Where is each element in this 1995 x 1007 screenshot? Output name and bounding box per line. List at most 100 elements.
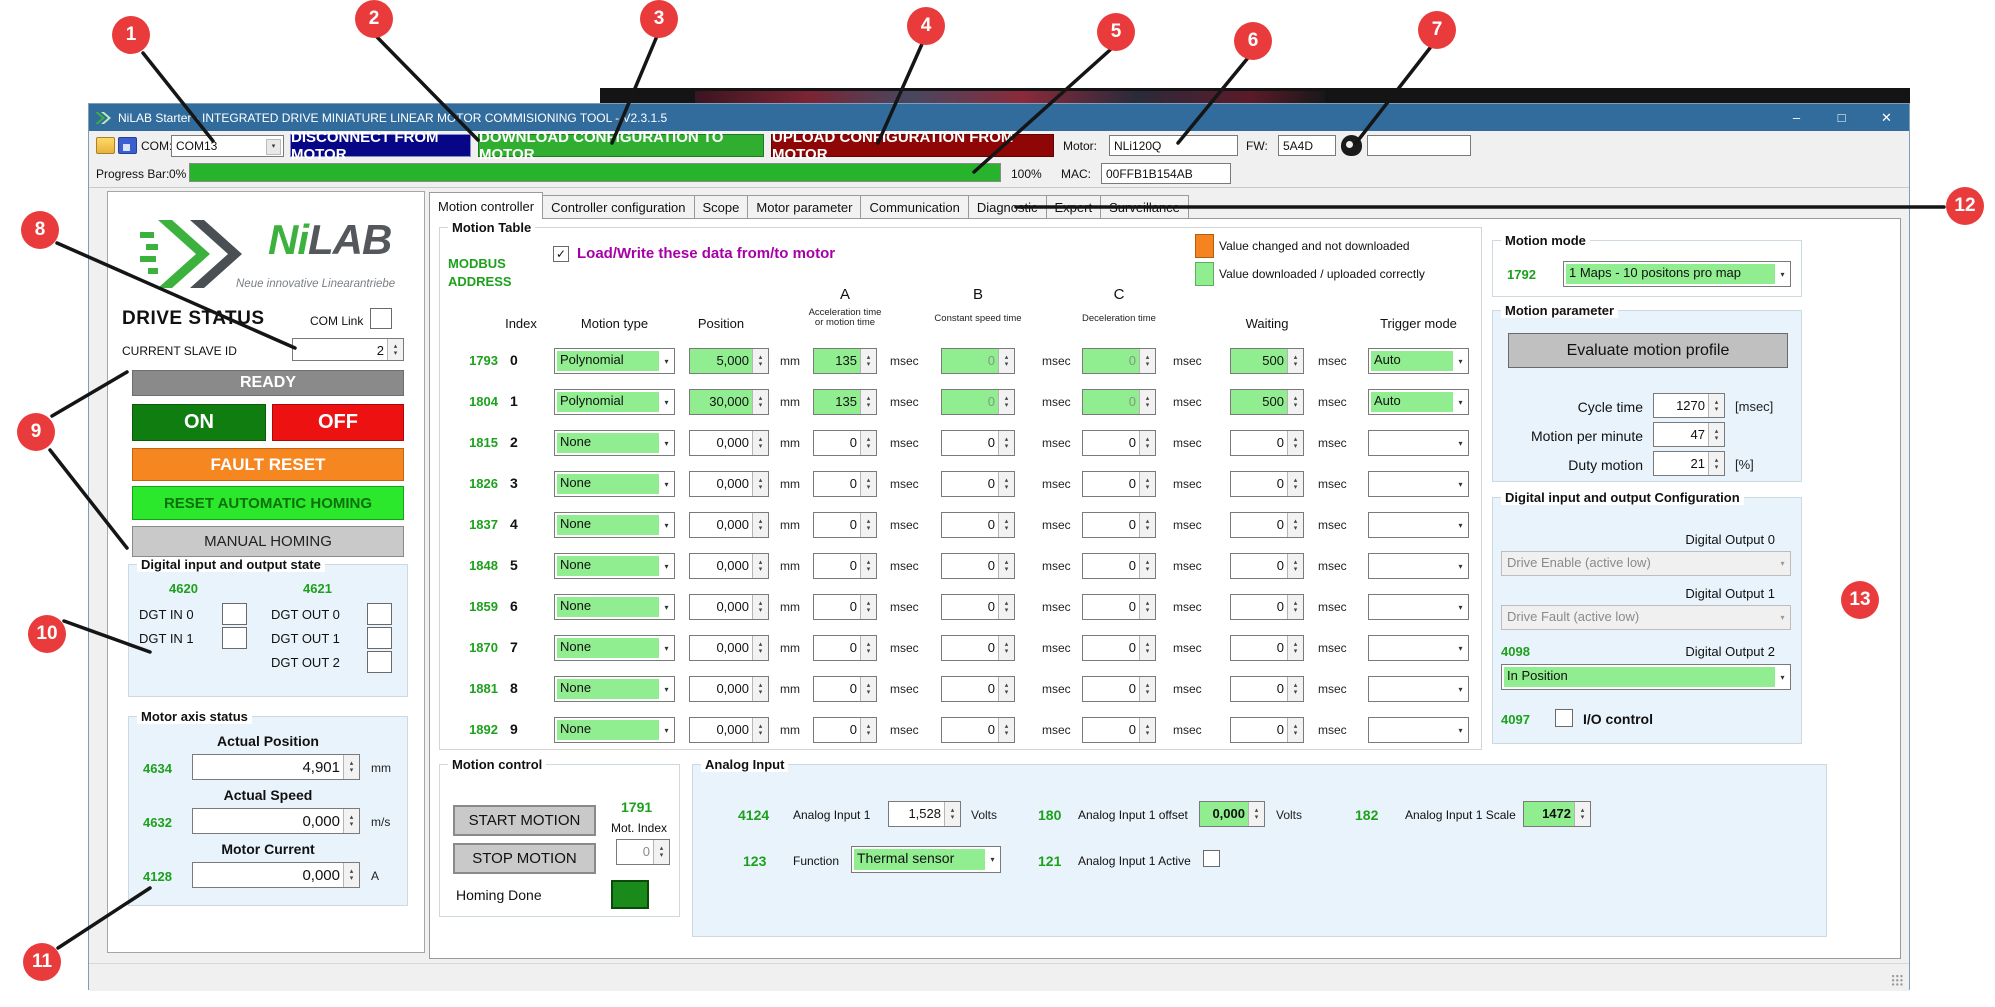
trigger-mode-select-dropdown-arrow[interactable]: ▾ (1453, 595, 1468, 619)
acceleration-time-input-spin[interactable]: ▴▾ (860, 677, 876, 701)
motion-type-select[interactable]: None▾ (554, 553, 675, 579)
trigger-mode-select-dropdown-arrow[interactable]: ▾ (1453, 677, 1468, 701)
acceleration-time-input-spin[interactable]: ▴▾ (860, 472, 876, 496)
io-control-checkbox[interactable] (1555, 709, 1573, 727)
position-input[interactable]: 0,000▴▾ (689, 635, 769, 661)
mac-field[interactable]: 00FFB1B154AB (1101, 163, 1231, 184)
position-input-spin[interactable]: ▴▾ (752, 390, 768, 414)
acceleration-time-input-spin[interactable]: ▴▾ (860, 431, 876, 455)
start-motion-button[interactable]: START MOTION (453, 805, 596, 836)
aux-field[interactable] (1367, 135, 1471, 156)
trigger-mode-select[interactable]: ▾ (1368, 512, 1469, 538)
dgt-in1-checkbox[interactable] (222, 627, 247, 649)
trigger-mode-select-dropdown-arrow[interactable]: ▾ (1453, 513, 1468, 537)
firmware-field[interactable]: 5A4D (1278, 135, 1336, 156)
waiting-time-input[interactable]: 0▴▾ (1230, 635, 1304, 661)
acceleration-time-input[interactable]: 0▴▾ (813, 553, 877, 579)
dgt-out1-checkbox[interactable] (367, 627, 392, 649)
trigger-mode-select[interactable]: ▾ (1368, 676, 1469, 702)
deceleration-time-input[interactable]: 0▴▾ (1082, 676, 1156, 702)
open-file-icon[interactable] (96, 137, 115, 154)
waiting-time-input-spin[interactable]: ▴▾ (1287, 554, 1303, 578)
digital-output2-select[interactable]: In Position ▾ (1501, 664, 1791, 690)
constant-speed-time-input-spin[interactable]: ▴▾ (998, 431, 1014, 455)
download-configuration-button[interactable]: DOWNLOAD CONFIGURATION TO MOTOR (478, 134, 764, 157)
save-icon[interactable] (118, 137, 137, 154)
offset-field[interactable]: 0,000 ▴▾ (1199, 801, 1265, 827)
motion-type-select[interactable]: None▾ (554, 594, 675, 620)
motion-type-select-dropdown-arrow[interactable]: ▾ (659, 636, 674, 660)
motion-type-select-dropdown-arrow[interactable]: ▾ (659, 677, 674, 701)
waiting-time-input[interactable]: 0▴▾ (1230, 676, 1304, 702)
acceleration-time-input[interactable]: 0▴▾ (813, 430, 877, 456)
waiting-time-input[interactable]: 0▴▾ (1230, 594, 1304, 620)
trigger-mode-select-dropdown-arrow[interactable]: ▾ (1453, 349, 1468, 373)
deceleration-time-input-spin[interactable]: ▴▾ (1139, 595, 1155, 619)
com-dropdown-arrow[interactable]: ▾ (266, 139, 281, 155)
tab-controller-configuration[interactable]: Controller configuration (542, 195, 694, 219)
motion-type-select[interactable]: Polynomial▾ (554, 389, 675, 415)
deceleration-time-input[interactable]: 0▴▾ (1082, 430, 1156, 456)
actual-position-spin[interactable]: ▴▾ (343, 755, 359, 779)
constant-speed-time-input[interactable]: 0▴▾ (941, 389, 1015, 415)
deceleration-time-input[interactable]: 0▴▾ (1082, 471, 1156, 497)
reset-automatic-homing-button[interactable]: RESET AUTOMATIC HOMING (132, 486, 404, 520)
deceleration-time-input-spin[interactable]: ▴▾ (1139, 349, 1155, 373)
motion-type-select[interactable]: None▾ (554, 635, 675, 661)
acceleration-time-input-spin[interactable]: ▴▾ (860, 595, 876, 619)
motion-type-select-dropdown-arrow[interactable]: ▾ (659, 390, 674, 414)
motion-per-minute-spin[interactable]: ▴▾ (1708, 423, 1724, 446)
constant-speed-time-input[interactable]: 0▴▾ (941, 430, 1015, 456)
deceleration-time-input[interactable]: 0▴▾ (1082, 348, 1156, 374)
tab-motor-parameter[interactable]: Motor parameter (747, 195, 861, 219)
motor-current-field[interactable]: 0,000 ▴▾ (192, 862, 360, 888)
waiting-time-input-spin[interactable]: ▴▾ (1287, 349, 1303, 373)
trigger-mode-select-dropdown-arrow[interactable]: ▾ (1453, 390, 1468, 414)
constant-speed-time-input-spin[interactable]: ▴▾ (998, 349, 1014, 373)
waiting-time-input[interactable]: 0▴▾ (1230, 471, 1304, 497)
motion-type-select-dropdown-arrow[interactable]: ▾ (659, 595, 674, 619)
analog-active-checkbox[interactable] (1203, 850, 1220, 867)
deceleration-time-input[interactable]: 0▴▾ (1082, 389, 1156, 415)
deceleration-time-input[interactable]: 0▴▾ (1082, 594, 1156, 620)
motion-type-select-dropdown-arrow[interactable]: ▾ (659, 431, 674, 455)
com-link-checkbox[interactable] (370, 308, 392, 329)
position-input[interactable]: 5,000▴▾ (689, 348, 769, 374)
waiting-time-input-spin[interactable]: ▴▾ (1287, 390, 1303, 414)
deceleration-time-input-spin[interactable]: ▴▾ (1139, 718, 1155, 742)
tab-communication[interactable]: Communication (860, 195, 968, 219)
waiting-time-input[interactable]: 0▴▾ (1230, 430, 1304, 456)
constant-speed-time-input[interactable]: 0▴▾ (941, 348, 1015, 374)
position-input[interactable]: 0,000▴▾ (689, 717, 769, 743)
analog1-spin[interactable]: ▴▾ (944, 802, 960, 826)
deceleration-time-input-spin[interactable]: ▴▾ (1139, 554, 1155, 578)
tab-scope[interactable]: Scope (694, 195, 749, 219)
position-input[interactable]: 0,000▴▾ (689, 676, 769, 702)
disconnect-from-motor-button[interactable]: DISCONNECT FROM MOTOR (290, 134, 471, 157)
dgt-out0-checkbox[interactable] (367, 603, 392, 625)
acceleration-time-input[interactable]: 0▴▾ (813, 512, 877, 538)
constant-speed-time-input[interactable]: 0▴▾ (941, 717, 1015, 743)
motion-type-select-dropdown-arrow[interactable]: ▾ (659, 554, 674, 578)
actual-speed-spin[interactable]: ▴▾ (343, 809, 359, 833)
constant-speed-time-input-spin[interactable]: ▴▾ (998, 513, 1014, 537)
cycle-time-spin[interactable]: ▴▾ (1708, 394, 1724, 417)
position-input-spin[interactable]: ▴▾ (752, 513, 768, 537)
motion-type-select[interactable]: None▾ (554, 717, 675, 743)
position-input[interactable]: 30,000▴▾ (689, 389, 769, 415)
dgt-in0-checkbox[interactable] (222, 603, 247, 625)
trigger-mode-select[interactable]: Auto▾ (1368, 389, 1469, 415)
position-input-spin[interactable]: ▴▾ (752, 595, 768, 619)
deceleration-time-input-spin[interactable]: ▴▾ (1139, 472, 1155, 496)
acceleration-time-input-spin[interactable]: ▴▾ (860, 349, 876, 373)
waiting-time-input-spin[interactable]: ▴▾ (1287, 636, 1303, 660)
motion-type-select-dropdown-arrow[interactable]: ▾ (659, 349, 674, 373)
motion-type-select[interactable]: None▾ (554, 512, 675, 538)
deceleration-time-input-spin[interactable]: ▴▾ (1139, 636, 1155, 660)
constant-speed-time-input[interactable]: 0▴▾ (941, 512, 1015, 538)
waiting-time-input[interactable]: 500▴▾ (1230, 389, 1304, 415)
motion-type-select-dropdown-arrow[interactable]: ▾ (659, 472, 674, 496)
constant-speed-time-input[interactable]: 0▴▾ (941, 471, 1015, 497)
upload-configuration-button[interactable]: UPLOAD CONFIGURATION FROM MOTOR (771, 134, 1054, 157)
constant-speed-time-input-spin[interactable]: ▴▾ (998, 595, 1014, 619)
